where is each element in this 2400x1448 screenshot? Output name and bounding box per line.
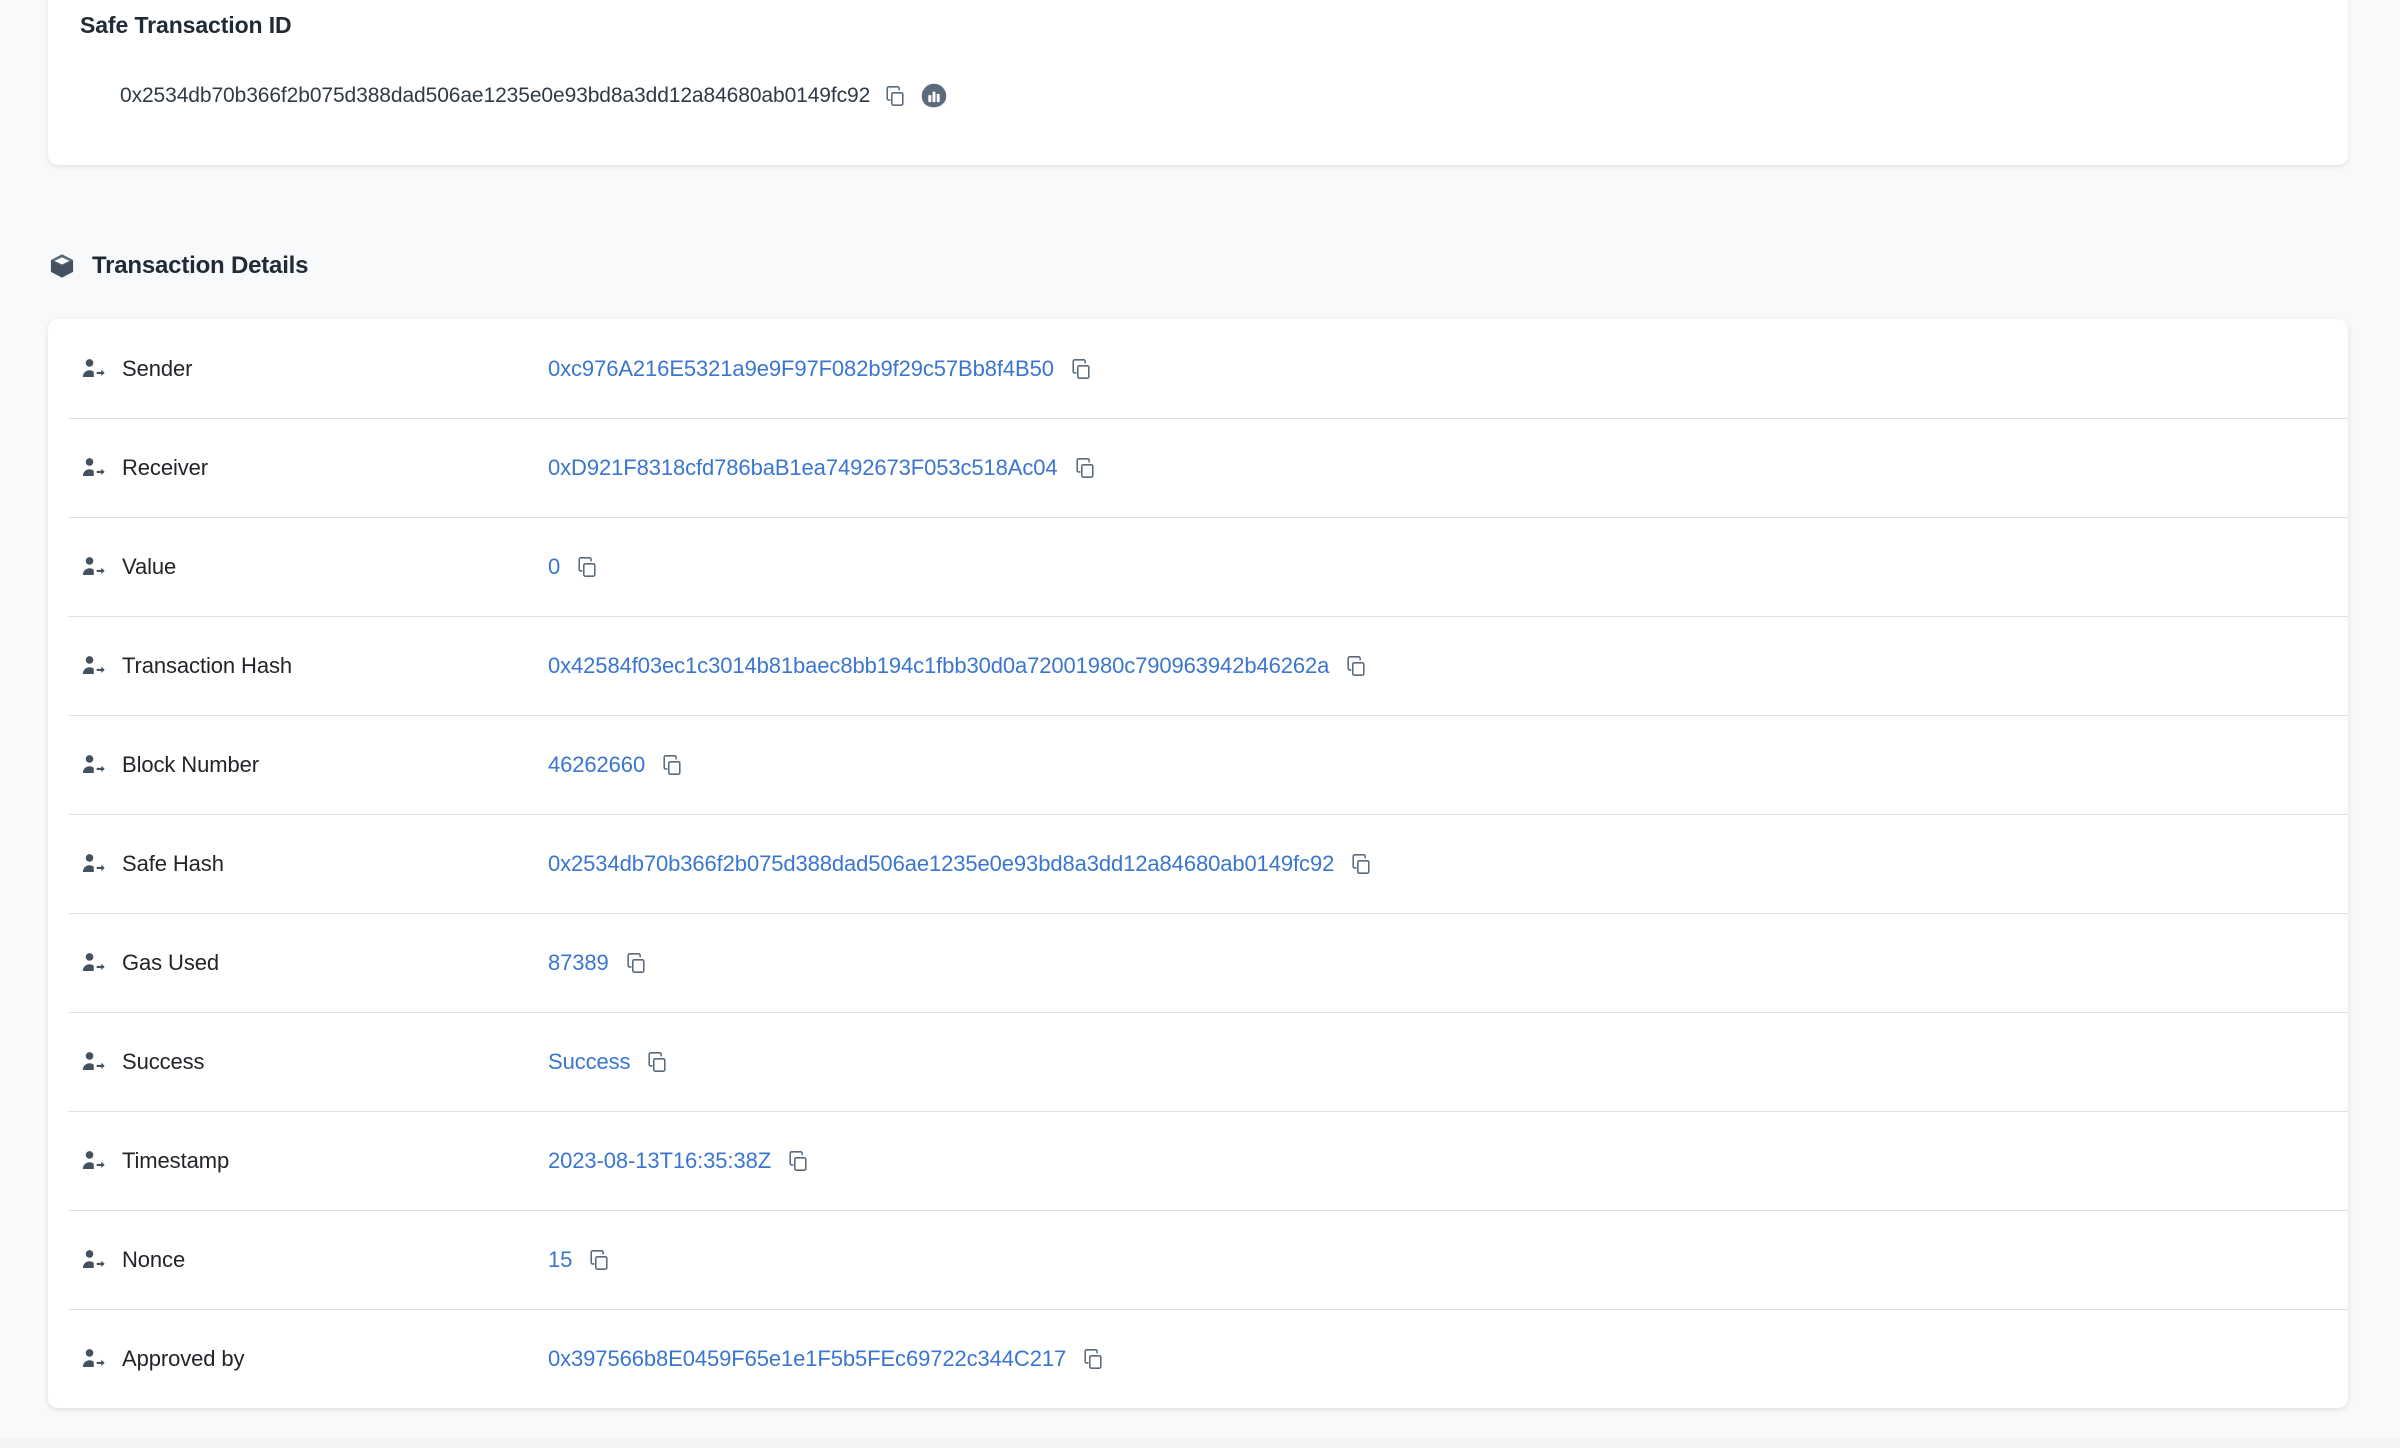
copy-icon[interactable] xyxy=(1074,457,1096,479)
row-label: Receiver xyxy=(122,454,209,480)
row-label-wrap: Timestamp xyxy=(48,1148,548,1174)
person-transfer-icon xyxy=(80,1247,106,1273)
section-title: Transaction Details xyxy=(92,252,309,279)
row-value-wrap: 0x2534db70b366f2b075d388dad506ae1235e0e9… xyxy=(548,851,1372,877)
person-transfer-icon xyxy=(80,1049,106,1075)
row-label-wrap: Transaction Hash xyxy=(48,653,548,679)
row-label-wrap: Block Number xyxy=(48,752,548,778)
row-value-wrap: 0 xyxy=(548,554,598,580)
row-value-wrap: Success xyxy=(548,1049,668,1075)
row-value-wrap: 15 xyxy=(548,1247,610,1273)
row-value[interactable]: 0xc976A216E5321a9e9F97F082b9f29c57Bb8f4B… xyxy=(548,356,1054,382)
copy-icon[interactable] xyxy=(884,85,906,107)
person-transfer-icon xyxy=(80,752,106,778)
row-value[interactable]: 0xD921F8318cfd786baB1ea7492673F053c518Ac… xyxy=(548,455,1058,481)
row-label: Block Number xyxy=(122,751,259,777)
row-value[interactable]: 0x397566b8E0459F65e1e1F5b5FEc69722c344C2… xyxy=(548,1346,1066,1372)
row-label: Safe Hash xyxy=(122,850,224,876)
copy-icon[interactable] xyxy=(787,1150,809,1172)
row-label: Approved by xyxy=(122,1345,245,1371)
row-label-wrap: Value xyxy=(48,554,548,580)
safe-transaction-id-title: Safe Transaction ID xyxy=(80,12,292,38)
table-row: Transaction Hash 0x42584f03ec1c3014b81ba… xyxy=(48,616,2348,715)
row-label-wrap: Approved by xyxy=(48,1346,548,1372)
row-label: Nonce xyxy=(122,1246,186,1272)
row-value-wrap: 0x397566b8E0459F65e1e1F5b5FEc69722c344C2… xyxy=(548,1346,1104,1372)
safe-transaction-id-card: Safe Transaction ID 0x2534db70b366f2b075… xyxy=(48,0,2348,165)
row-label-wrap: Safe Hash xyxy=(48,851,548,877)
copy-icon[interactable] xyxy=(625,952,647,974)
safe-transaction-id-value-row: 0x2534db70b366f2b075d388dad506ae1235e0e9… xyxy=(120,82,948,110)
row-value[interactable]: Success xyxy=(548,1049,631,1075)
table-row: Timestamp 2023-08-13T16:35:38Z xyxy=(48,1111,2348,1210)
row-value-wrap: 46262660 xyxy=(548,752,683,778)
table-row: Gas Used 87389 xyxy=(48,913,2348,1012)
row-label-wrap: Nonce xyxy=(48,1247,548,1273)
person-transfer-icon xyxy=(80,455,106,481)
person-transfer-icon xyxy=(80,1346,106,1372)
row-value-wrap: 0x42584f03ec1c3014b81baec8bb194c1fbb30d0… xyxy=(548,653,1367,679)
cube-icon xyxy=(48,252,76,280)
page-bottom-edge xyxy=(0,1438,2400,1448)
transaction-details-page: Safe Transaction ID 0x2534db70b366f2b075… xyxy=(0,0,2400,1448)
row-value-wrap: 0xc976A216E5321a9e9F97F082b9f29c57Bb8f4B… xyxy=(548,356,1092,382)
copy-icon[interactable] xyxy=(1070,358,1092,380)
copy-icon[interactable] xyxy=(661,754,683,776)
row-value-wrap: 0xD921F8318cfd786baB1ea7492673F053c518Ac… xyxy=(548,455,1096,481)
copy-icon[interactable] xyxy=(576,556,598,578)
person-transfer-icon xyxy=(80,653,106,679)
safe-transaction-id-value: 0x2534db70b366f2b075d388dad506ae1235e0e9… xyxy=(120,84,871,107)
person-transfer-icon xyxy=(80,554,106,580)
table-row: Value 0 xyxy=(48,517,2348,616)
person-transfer-icon xyxy=(80,851,106,877)
person-transfer-icon xyxy=(80,356,106,382)
row-value[interactable]: 87389 xyxy=(548,950,609,976)
row-value-wrap: 87389 xyxy=(548,950,647,976)
row-label: Success xyxy=(122,1048,205,1074)
row-label: Gas Used xyxy=(122,949,220,975)
row-value[interactable]: 2023-08-13T16:35:38Z xyxy=(548,1148,771,1174)
row-value[interactable]: 0x2534db70b366f2b075d388dad506ae1235e0e9… xyxy=(548,851,1334,877)
row-label-wrap: Receiver xyxy=(48,455,548,481)
copy-icon[interactable] xyxy=(1345,655,1367,677)
row-label-wrap: Success xyxy=(48,1049,548,1075)
row-value-wrap: 2023-08-13T16:35:38Z xyxy=(548,1148,809,1174)
person-transfer-icon xyxy=(80,1148,106,1174)
transaction-details-header: Transaction Details xyxy=(48,252,308,280)
person-transfer-icon xyxy=(80,950,106,976)
table-row: Sender 0xc976A216E5321a9e9F97F082b9f29c5… xyxy=(48,319,2348,418)
row-value[interactable]: 46262660 xyxy=(548,752,645,778)
transaction-details-card: Sender 0xc976A216E5321a9e9F97F082b9f29c5… xyxy=(48,319,2348,1408)
copy-icon[interactable] xyxy=(646,1051,668,1073)
row-value[interactable]: 0x42584f03ec1c3014b81baec8bb194c1fbb30d0… xyxy=(548,653,1329,679)
row-label: Timestamp xyxy=(122,1147,230,1173)
copy-icon[interactable] xyxy=(588,1249,610,1271)
table-row: Safe Hash 0x2534db70b366f2b075d388dad506… xyxy=(48,814,2348,913)
copy-icon[interactable] xyxy=(1350,853,1372,875)
table-row: Approved by 0x397566b8E0459F65e1e1F5b5FE… xyxy=(48,1309,2348,1408)
table-row: Receiver 0xD921F8318cfd786baB1ea7492673F… xyxy=(48,418,2348,517)
table-row: Block Number 46262660 xyxy=(48,715,2348,814)
table-row: Success Success xyxy=(48,1012,2348,1111)
row-label: Transaction Hash xyxy=(122,652,292,678)
row-value[interactable]: 15 xyxy=(548,1247,572,1273)
row-label-wrap: Sender xyxy=(48,356,548,382)
row-value[interactable]: 0 xyxy=(548,554,560,580)
copy-icon[interactable] xyxy=(1082,1348,1104,1370)
row-label: Value xyxy=(122,553,177,579)
row-label: Sender xyxy=(122,355,193,381)
row-label-wrap: Gas Used xyxy=(48,950,548,976)
block-explorer-icon[interactable] xyxy=(920,82,948,110)
table-row: Nonce 15 xyxy=(48,1210,2348,1309)
